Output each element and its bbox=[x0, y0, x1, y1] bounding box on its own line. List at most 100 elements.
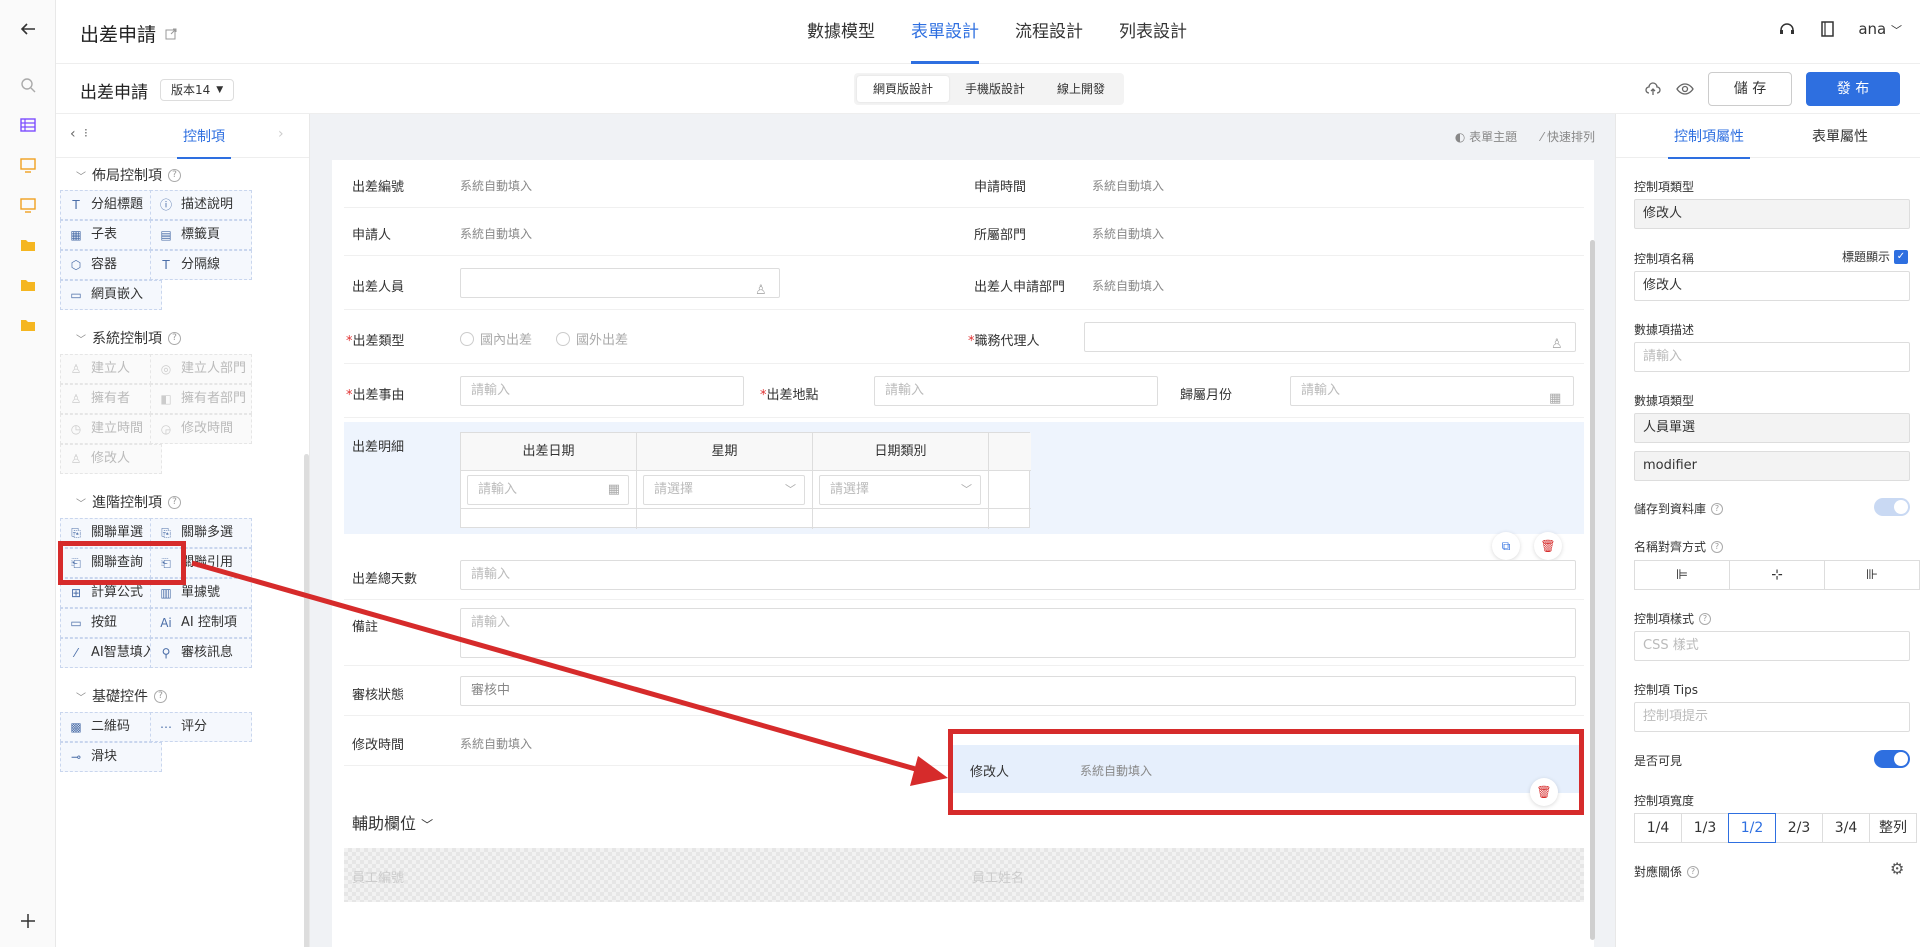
radio-abroad[interactable]: 國外出差 bbox=[556, 329, 628, 348]
month-picker[interactable]: 請輸入 ▦ bbox=[1290, 376, 1574, 406]
chip-subtable[interactable]: ▦ 子表 bbox=[60, 220, 162, 250]
palette-scrollbar[interactable] bbox=[304, 454, 309, 947]
chip-modify-time[interactable]: ◶ 修改時間 bbox=[150, 414, 252, 444]
help-icon[interactable]: ? bbox=[168, 495, 181, 509]
align-left-icon[interactable]: ⊫ bbox=[1634, 560, 1730, 590]
help-icon[interactable]: ? bbox=[168, 331, 181, 345]
form-theme-button[interactable]: ◐ 表單主題 bbox=[1455, 128, 1517, 145]
chip-create-time[interactable]: ◷ 建立時間 bbox=[60, 414, 162, 444]
chip-review-msg[interactable]: ⚲ 審核訊息 bbox=[150, 638, 252, 668]
chip-qrcode[interactable]: ▩ 二維码 bbox=[60, 712, 162, 742]
canvas-scrollbar[interactable] bbox=[1590, 240, 1595, 940]
date-type-select[interactable]: 請選擇 ﹀ bbox=[819, 475, 981, 505]
tab-list-design[interactable]: 列表設計 bbox=[1101, 0, 1205, 64]
quick-arrange-button[interactable]: ⁄ 快速排列 bbox=[1541, 128, 1595, 145]
aux-fields-row[interactable]: 員工編號 員工姓名 bbox=[344, 848, 1584, 902]
data-desc-input[interactable]: 請輸入 bbox=[1634, 342, 1910, 372]
help-icon[interactable]: ? bbox=[1711, 502, 1724, 515]
chip-tabs[interactable]: ▤ 標籤頁 bbox=[150, 220, 252, 250]
align-right-icon[interactable]: ⊪ bbox=[1824, 560, 1920, 590]
control-name-input[interactable]: 修改人 bbox=[1634, 271, 1910, 301]
width-option-selected[interactable]: 1/2 bbox=[1728, 813, 1776, 843]
chip-button[interactable]: ▭ 按鈕 bbox=[60, 608, 162, 638]
width-option[interactable]: 2/3 bbox=[1775, 813, 1823, 843]
tab-data-model[interactable]: 數據模型 bbox=[789, 0, 893, 64]
weekday-select[interactable]: 請選擇 ﹀ bbox=[643, 475, 805, 505]
chip-rating[interactable]: ⋯ 评分 bbox=[150, 712, 252, 742]
publish-button[interactable]: 發 布 bbox=[1806, 72, 1900, 106]
deputy-picker[interactable]: ♙ bbox=[1084, 322, 1576, 352]
chip-ai-control[interactable]: Ai AI 控制項 bbox=[150, 608, 252, 638]
tab-truncated[interactable]: ⁝ bbox=[84, 126, 88, 140]
help-icon[interactable]: ? bbox=[168, 168, 181, 182]
chip-slider[interactable]: ⊸ 滑块 bbox=[60, 742, 162, 772]
reason-input[interactable]: 請輸入 bbox=[460, 376, 744, 406]
section-basic-controls[interactable]: ﹀ 基礎控件? bbox=[76, 686, 167, 706]
tab-flow-design[interactable]: 流程設計 bbox=[997, 0, 1101, 64]
headset-icon[interactable] bbox=[1778, 20, 1796, 38]
tab-form-design[interactable]: 表單設計 bbox=[893, 0, 997, 64]
chevron-left-icon[interactable]: ‹ bbox=[70, 126, 76, 142]
review-status-field[interactable]: 審核中 bbox=[460, 676, 1576, 706]
detail-row[interactable]: 出差明細 出差日期 星期 日期類別 請輸入 ▦ 請選擇 ﹀ 請選擇 ﹀ ⧉ 🗑 bbox=[344, 422, 1584, 560]
user-menu[interactable]: ana ﹀ bbox=[1858, 20, 1902, 38]
plus-icon[interactable] bbox=[19, 912, 37, 930]
width-option[interactable]: 1/3 bbox=[1681, 813, 1729, 843]
save-button[interactable]: 儲 存 bbox=[1708, 72, 1792, 106]
monitor-icon[interactable] bbox=[19, 196, 37, 214]
cloud-upload-icon[interactable] bbox=[1644, 80, 1662, 98]
width-option[interactable]: 3/4 bbox=[1822, 813, 1870, 843]
title-show-toggle[interactable]: 標題顯示 ✓ bbox=[1842, 248, 1908, 265]
traveler-picker[interactable]: ♙ bbox=[460, 268, 780, 298]
location-input[interactable]: 請輸入 bbox=[874, 376, 1158, 406]
radio-domestic[interactable]: 國內出差 bbox=[460, 329, 532, 348]
version-select[interactable]: 版本14 ▼ bbox=[160, 79, 235, 101]
back-arrow-icon[interactable] bbox=[19, 20, 37, 38]
tab-controls[interactable]: 控制項 bbox=[177, 126, 231, 159]
chip-owner[interactable]: ♙ 擁有者 bbox=[60, 384, 162, 414]
external-link-icon[interactable] bbox=[164, 27, 178, 41]
mode-web[interactable]: 網頁版設計 bbox=[857, 76, 950, 102]
chip-creator-dept[interactable]: ◎ 建立人部門 bbox=[150, 354, 252, 384]
tab-control-props[interactable]: 控制項屬性 bbox=[1668, 126, 1750, 159]
chip-creator[interactable]: ♙ 建立人 bbox=[60, 354, 162, 384]
help-icon[interactable]: ? bbox=[1699, 612, 1712, 625]
visible-toggle[interactable] bbox=[1874, 750, 1910, 768]
aux-section-title[interactable]: 輔助欄位 ﹀ bbox=[352, 810, 433, 834]
style-input[interactable]: CSS 樣式 bbox=[1634, 631, 1910, 661]
chip-container[interactable]: ⬡ 容器 bbox=[60, 250, 162, 280]
table-icon[interactable] bbox=[19, 116, 37, 134]
help-icon[interactable]: ? bbox=[1711, 540, 1724, 553]
save-db-toggle[interactable] bbox=[1874, 498, 1910, 516]
search-icon[interactable] bbox=[19, 76, 37, 94]
mode-online-dev[interactable]: 線上開發 bbox=[1041, 76, 1121, 102]
folder-icon[interactable] bbox=[19, 276, 37, 294]
folder-icon[interactable] bbox=[19, 236, 37, 254]
chip-web-embed[interactable]: ▭ 網頁嵌入 bbox=[60, 280, 162, 310]
book-icon[interactable] bbox=[1818, 20, 1836, 38]
section-layout-controls[interactable]: ﹀ 佈局控制項? bbox=[76, 165, 181, 185]
trip-date-input[interactable]: 請輸入 ▦ bbox=[467, 475, 629, 505]
chevron-right-icon[interactable]: › bbox=[278, 126, 284, 142]
help-icon[interactable]: ? bbox=[154, 689, 167, 703]
total-days-input[interactable]: 請輸入 bbox=[460, 560, 1576, 590]
mode-mobile[interactable]: 手機版設計 bbox=[949, 76, 1041, 102]
remark-textarea[interactable]: 請輸入 bbox=[460, 608, 1576, 658]
chip-group-title[interactable]: T 分組標題 bbox=[60, 190, 162, 220]
monitor-icon[interactable] bbox=[19, 156, 37, 174]
help-icon[interactable]: ? bbox=[1687, 865, 1700, 878]
width-option[interactable]: 整列 bbox=[1869, 813, 1917, 843]
width-option[interactable]: 1/4 bbox=[1634, 813, 1682, 843]
chip-description[interactable]: ⓘ 描述說明 bbox=[150, 190, 252, 220]
chip-owner-dept[interactable]: ◧ 擁有者部門 bbox=[150, 384, 252, 414]
chip-ai-fill[interactable]: ⁄ AI智慧填入 bbox=[60, 638, 162, 668]
align-center-icon[interactable]: ⊹ bbox=[1729, 560, 1825, 590]
chip-modifier[interactable]: ♙ 修改人 bbox=[60, 444, 162, 474]
chip-divider[interactable]: T 分隔線 bbox=[150, 250, 252, 280]
section-advanced-controls[interactable]: ﹀ 進階控制項? bbox=[76, 492, 181, 512]
section-system-controls[interactable]: ﹀ 系統控制項? bbox=[76, 328, 181, 348]
tab-form-props[interactable]: 表單屬性 bbox=[1812, 126, 1868, 146]
gear-icon[interactable]: ⚙ bbox=[1890, 859, 1904, 878]
preview-eye-icon[interactable] bbox=[1676, 80, 1694, 98]
tips-input[interactable]: 控制項提示 bbox=[1634, 702, 1910, 732]
